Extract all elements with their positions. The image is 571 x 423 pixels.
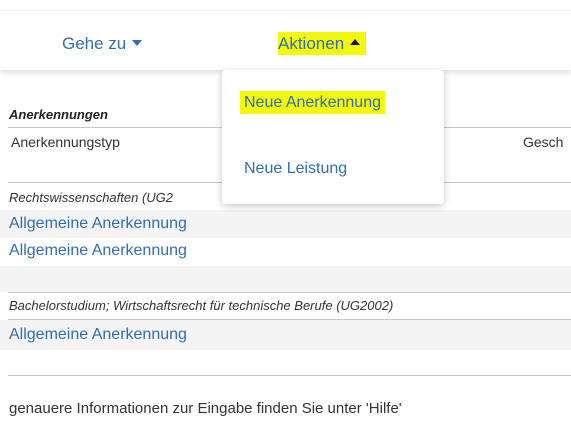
top-nav-bar: Gehe zu Aktionen [0, 0, 571, 70]
aktionen-label: Aktionen [278, 34, 345, 53]
gehe-zu-menu[interactable]: Gehe zu [62, 34, 143, 54]
column-header-type: Anerkennungstyp [11, 134, 120, 150]
table-bottom-divider [8, 375, 571, 376]
section-title: Anerkennungen [9, 107, 108, 122]
neue-anerkennung-menu-item[interactable]: Neue Anerkennung [240, 91, 385, 114]
column-header-right: Gesch [523, 134, 564, 150]
anerkennung-link-1[interactable]: Allgemeine Anerkennung [9, 215, 187, 233]
aktionen-dropdown: Neue Anerkennung Neue Leistung [222, 70, 444, 204]
row-band-2 [0, 266, 571, 292]
group-label-2: Bachelorstudium; Wirtschaftsrecht für te… [9, 298, 394, 313]
neue-anerkennung-label: Neue Anerkennung [240, 91, 385, 114]
anerkennung-link-3[interactable]: Allgemeine Anerkennung [9, 326, 187, 344]
group-divider-1 [8, 292, 571, 293]
group-label-1: Rechtswissenschaften (UG2 [9, 190, 174, 205]
aktionen-highlight: Aktionen [278, 32, 367, 55]
gehe-zu-label: Gehe zu [62, 34, 127, 53]
caret-down-icon [132, 39, 143, 46]
top-divider [0, 10, 571, 11]
anerkennung-link-2[interactable]: Allgemeine Anerkennung [9, 242, 187, 260]
caret-up-icon [350, 38, 361, 45]
help-hint: genauere Informationen zur Eingabe finde… [9, 400, 402, 417]
neue-leistung-menu-item[interactable]: Neue Leistung [244, 160, 347, 178]
aktionen-menu[interactable]: Aktionen [278, 32, 367, 55]
